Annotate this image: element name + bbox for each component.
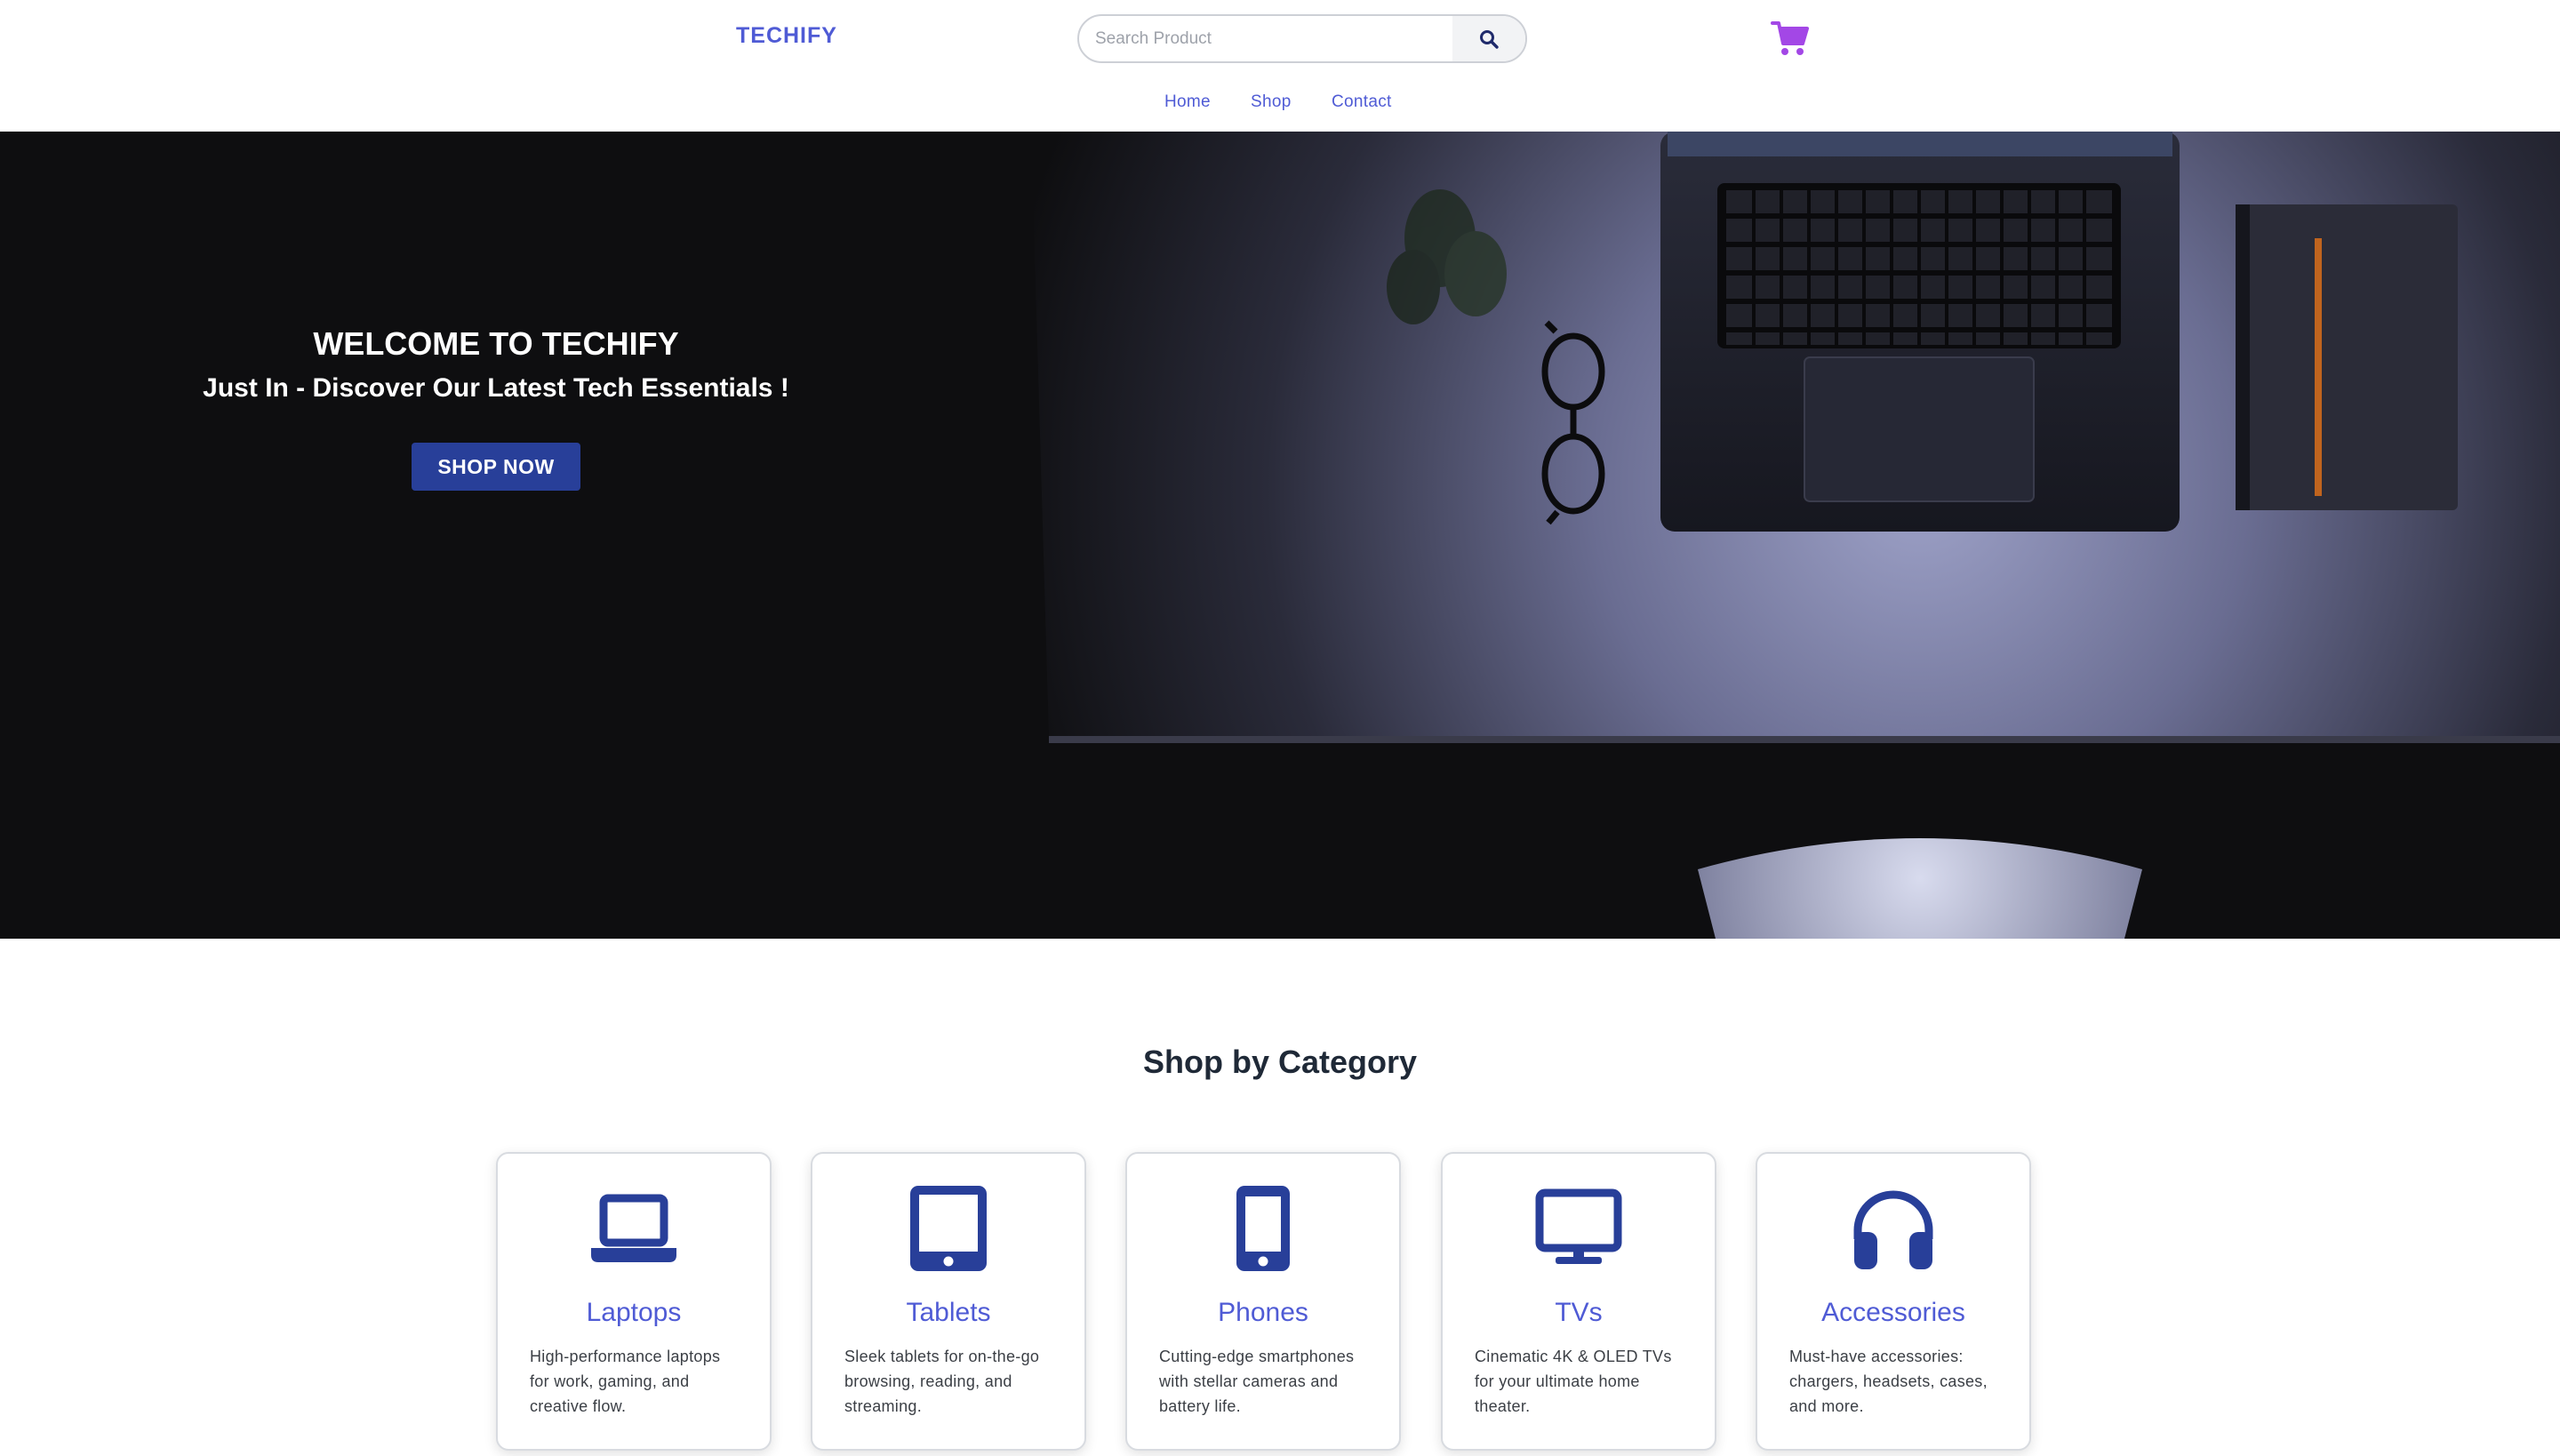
- search-bar: [1077, 14, 1527, 63]
- brand-logo[interactable]: TECHIFY: [736, 23, 837, 49]
- shop-now-button[interactable]: SHOP NOW: [412, 443, 580, 491]
- cart-button[interactable]: [1771, 20, 1810, 57]
- laptop-icon: [591, 1194, 676, 1262]
- category-description: Sleek tablets for on-the-go browsing, re…: [844, 1348, 1040, 1415]
- headphones-icon: [1853, 1190, 1933, 1269]
- category-name: Accessories: [1821, 1298, 1965, 1327]
- hero-desk-image: [0, 132, 2560, 939]
- category-card-tablets[interactable]: Tablets Sleek tablets for on-the-go brow…: [811, 1152, 1086, 1451]
- tv-icon: [1535, 1188, 1622, 1264]
- category-card-phones[interactable]: Phones Cutting-edge smartphones with ste…: [1125, 1152, 1401, 1451]
- category-name: Phones: [1218, 1298, 1308, 1327]
- category-card-laptops[interactable]: Laptops High-performance laptops for wor…: [496, 1152, 772, 1451]
- nav-shop[interactable]: Shop: [1251, 92, 1292, 112]
- phone-icon: [1236, 1186, 1290, 1271]
- category-section-title: Shop by Category: [1142, 1044, 1418, 1080]
- category-description: High-performance laptops for work, gamin…: [530, 1348, 721, 1415]
- tablet-icon: [910, 1186, 987, 1271]
- cart-icon: [1771, 21, 1809, 55]
- category-name: Tablets: [906, 1298, 991, 1327]
- category-description: Must-have accessories: chargers, headset…: [1789, 1348, 1988, 1415]
- hero-subtitle: Just In - Discover Our Latest Tech Essen…: [203, 373, 789, 403]
- nav-home[interactable]: Home: [1164, 92, 1211, 112]
- search-icon: [1480, 29, 1499, 49]
- hero-title: WELCOME TO TECHIFY: [313, 325, 679, 362]
- category-card-accessories[interactable]: Accessories Must-have accessories: charg…: [1756, 1152, 2031, 1451]
- site-header: TECHIFY Home Shop Contact: [0, 0, 2560, 132]
- main-nav: Home Shop Contact: [0, 92, 2560, 117]
- category-name: Laptops: [586, 1298, 682, 1327]
- category-name: TVs: [1555, 1298, 1603, 1327]
- search-button[interactable]: [1452, 16, 1525, 61]
- search-input[interactable]: [1095, 16, 1451, 61]
- category-card-tvs[interactable]: TVs Cinematic 4K & OLED TVs for your ult…: [1441, 1152, 1716, 1451]
- category-description: Cinematic 4K & OLED TVs for your ultimat…: [1475, 1348, 1672, 1415]
- nav-contact[interactable]: Contact: [1332, 92, 1392, 112]
- category-description: Cutting-edge smartphones with stellar ca…: [1159, 1348, 1355, 1415]
- hero-banner: WELCOME TO TECHIFY Just In - Discover Ou…: [0, 132, 2560, 939]
